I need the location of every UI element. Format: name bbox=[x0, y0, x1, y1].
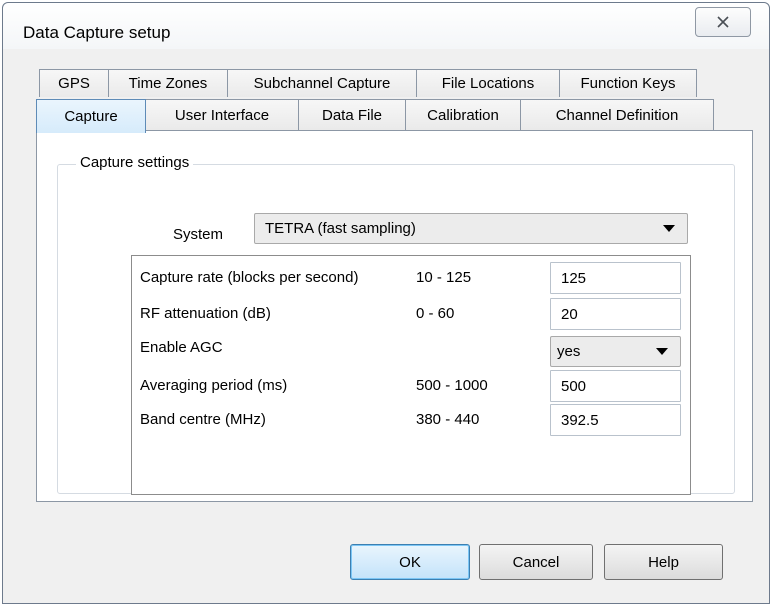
param-row-band-centre: Band centre (MHz) 380 - 440 bbox=[132, 404, 690, 436]
agc-value: yes bbox=[557, 343, 581, 360]
param-range: 10 - 125 bbox=[416, 269, 472, 286]
averaging-period-input[interactable] bbox=[550, 370, 681, 402]
parameter-grid: Capture rate (blocks per second) 10 - 12… bbox=[131, 255, 691, 495]
param-row-enable-agc: Enable AGC yes bbox=[132, 332, 690, 367]
param-name: Capture rate (blocks per second) bbox=[140, 269, 359, 286]
capture-rate-input[interactable] bbox=[550, 262, 681, 294]
enable-agc-dropdown[interactable]: yes bbox=[550, 336, 681, 367]
capture-tab-panel: Capture settings System TETRA (fast samp… bbox=[36, 130, 753, 502]
param-range: 0 - 60 bbox=[416, 305, 455, 322]
tab-user-interface[interactable]: User Interface bbox=[145, 99, 299, 130]
param-row-capture-rate: Capture rate (blocks per second) 10 - 12… bbox=[132, 262, 690, 294]
system-value: TETRA (fast sampling) bbox=[265, 220, 416, 237]
tab-calibration[interactable]: Calibration bbox=[405, 99, 521, 130]
close-icon bbox=[717, 16, 729, 28]
tab-function-keys[interactable]: Function Keys bbox=[559, 69, 697, 97]
param-name: RF attenuation (dB) bbox=[140, 305, 271, 322]
tab-channel-definition[interactable]: Channel Definition bbox=[520, 99, 714, 130]
tab-row-back: GPS Time Zones Subchannel Capture File L… bbox=[39, 69, 697, 97]
tab-capture[interactable]: Capture bbox=[36, 99, 146, 133]
tab-subchannel-capture[interactable]: Subchannel Capture bbox=[227, 69, 417, 97]
param-name: Band centre (MHz) bbox=[140, 411, 266, 428]
tab-row-front: Capture User Interface Data File Calibra… bbox=[36, 99, 714, 133]
rf-attenuation-input[interactable] bbox=[550, 298, 681, 330]
chevron-down-icon bbox=[656, 348, 668, 355]
chevron-down-icon bbox=[663, 225, 675, 232]
tab-time-zones[interactable]: Time Zones bbox=[108, 69, 228, 97]
help-button[interactable]: Help bbox=[604, 544, 723, 580]
tab-gps[interactable]: GPS bbox=[39, 69, 109, 97]
tab-file-locations[interactable]: File Locations bbox=[416, 69, 560, 97]
group-title: Capture settings bbox=[76, 154, 194, 171]
band-centre-input[interactable] bbox=[550, 404, 681, 436]
param-range: 500 - 1000 bbox=[416, 377, 488, 394]
param-name: Averaging period (ms) bbox=[140, 377, 288, 394]
system-label: System bbox=[173, 226, 224, 243]
param-row-averaging-period: Averaging period (ms) 500 - 1000 bbox=[132, 370, 690, 402]
param-row-rf-attenuation: RF attenuation (dB) 0 - 60 bbox=[132, 298, 690, 330]
tab-data-file[interactable]: Data File bbox=[298, 99, 406, 130]
param-range: 380 - 440 bbox=[416, 411, 480, 428]
ok-button[interactable]: OK bbox=[350, 544, 470, 580]
capture-settings-group: Capture settings System TETRA (fast samp… bbox=[57, 154, 735, 495]
system-dropdown[interactable]: TETRA (fast sampling) bbox=[254, 213, 688, 244]
window-title: Data Capture setup bbox=[23, 23, 171, 42]
param-name: Enable AGC bbox=[140, 339, 223, 356]
dialog-window: Data Capture setup GPS Time Zones Subcha… bbox=[2, 2, 770, 604]
title-bar[interactable]: Data Capture setup bbox=[3, 3, 769, 49]
cancel-button[interactable]: Cancel bbox=[479, 544, 593, 580]
close-button[interactable] bbox=[695, 7, 751, 37]
